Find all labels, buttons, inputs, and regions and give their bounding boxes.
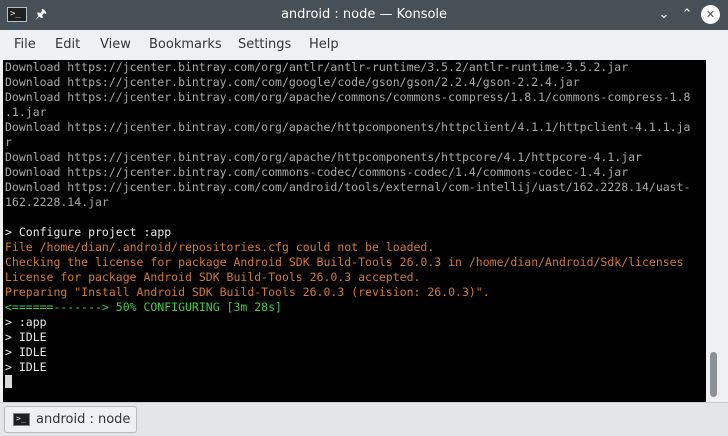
close-icon[interactable]: ✕ <box>701 5 720 24</box>
terminal-line: > IDLE <box>5 360 47 374</box>
text-cursor <box>5 375 12 388</box>
menu-bookmarks[interactable]: Bookmarks <box>149 30 222 60</box>
menu-edit[interactable]: Edit <box>55 30 80 60</box>
terminal-cursor-line <box>5 375 690 390</box>
terminal-line: > Configure project :app <box>5 225 172 239</box>
menu-help[interactable]: Help <box>309 30 339 60</box>
terminal-line: <======-------> 50% CONFIGURING [3m 28s] <box>5 300 282 314</box>
terminal-icon: >_ <box>13 413 30 426</box>
menu-file[interactable]: File <box>14 30 36 60</box>
terminal-line: > IDLE <box>5 330 47 344</box>
tab-android-node[interactable]: >_ android : node <box>4 406 137 433</box>
terminal-output[interactable]: Download https://jcenter.bintray.com/org… <box>3 60 706 402</box>
terminal-line: Download https://jcenter.bintray.com/com… <box>5 180 691 194</box>
scrollbar-track[interactable] <box>706 60 728 402</box>
terminal-line: Download https://jcenter.bintray.com/com… <box>5 165 629 179</box>
menu-settings[interactable]: Settings <box>238 30 291 60</box>
scrollbar-thumb[interactable] <box>710 352 717 397</box>
terminal-line: Download https://jcenter.bintray.com/org… <box>5 150 642 164</box>
terminal-line: Download https://jcenter.bintray.com/org… <box>5 120 691 134</box>
menu-bar: File Edit View Bookmarks Settings Help <box>0 30 728 60</box>
tab-label: android : node <box>36 412 131 427</box>
terminal-line: > :app <box>5 315 47 329</box>
minimize-icon[interactable]: ⌄ <box>654 5 674 25</box>
menu-view[interactable]: View <box>100 30 131 60</box>
tab-bar: >_ android : node <box>0 402 728 436</box>
terminal-line: 162.2228.14.jar <box>5 195 109 209</box>
terminal-line: Download https://jcenter.bintray.com/com… <box>5 75 580 89</box>
terminal-line: Preparing "Install Android SDK Build-Too… <box>5 285 490 299</box>
terminal-line: Download https://jcenter.bintray.com/org… <box>5 90 691 104</box>
terminal-line: r <box>5 135 12 149</box>
terminal-line: .1.jar <box>5 105 47 119</box>
window-title: android : node — Konsole <box>280 7 448 22</box>
terminal-line: Checking the license for package Android… <box>5 255 684 269</box>
terminal-line: License for package Android SDK Build-To… <box>5 270 421 284</box>
terminal-line: > IDLE <box>5 345 47 359</box>
terminal-line: Download https://jcenter.bintray.com/org… <box>5 60 629 74</box>
title-bar: >_ 🖈 android : node — Konsole ⌄ ⌃ ✕ <box>0 0 728 30</box>
terminal-line: File /home/dian/.android/repositories.cf… <box>5 240 435 254</box>
terminal-lines: Download https://jcenter.bintray.com/org… <box>5 60 690 390</box>
maximize-icon[interactable]: ⌃ <box>677 5 697 25</box>
